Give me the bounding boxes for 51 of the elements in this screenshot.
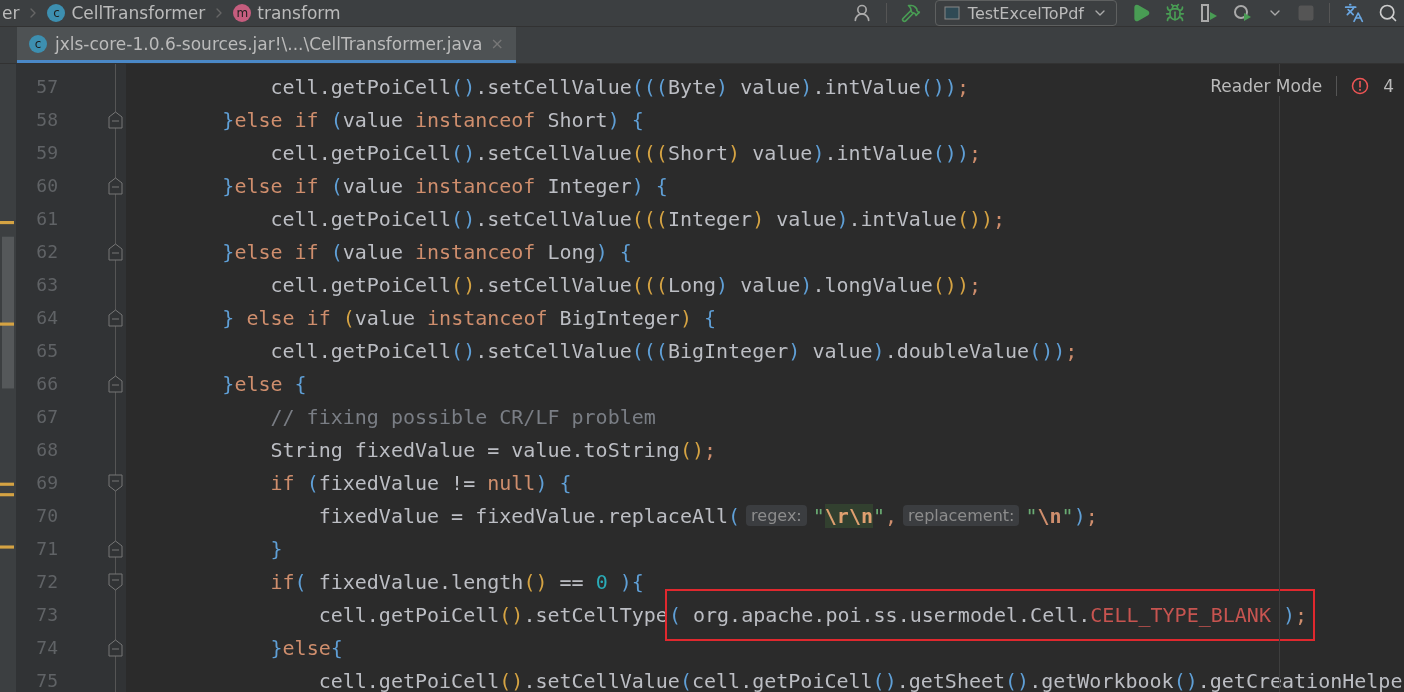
code-line: cell.getPoiCell().setCellValue(((Short) value).intValue()); — [269, 139, 981, 167]
code-line: } else if (value instanceof BigInteger) { — [221, 304, 717, 332]
breadcrumb-item[interactable]: CellTransformer — [71, 3, 206, 23]
breadcrumb-item[interactable]: er — [2, 3, 20, 23]
search-icon[interactable] — [1378, 3, 1398, 23]
code-line: cell.getPoiCell().setCellValue(((Long) value).longValue()); — [269, 271, 981, 299]
reader-mode-link[interactable]: Reader Mode — [1210, 76, 1323, 96]
fold-end-icon[interactable] — [108, 308, 123, 327]
fold-end-icon[interactable] — [108, 539, 123, 558]
code-line: // fixing possible CR/LF problem — [269, 403, 656, 431]
window-icon — [943, 6, 960, 20]
fold-start-icon[interactable] — [108, 572, 123, 591]
code-line: }else if (value instanceof Integer) { — [221, 172, 668, 200]
code-line: }else { — [221, 370, 307, 398]
parameter-hint: replacement: — [903, 505, 1020, 526]
code-line: cell.getPoiCell().setCellValue(((Byte) value).intValue()); — [269, 73, 969, 101]
code-line: cell.getPoiCell().setCellValue(((BigInteger) value).doubleValue()); — [269, 337, 1078, 365]
fold-end-icon[interactable] — [108, 242, 123, 261]
translate-icon[interactable] — [1344, 3, 1364, 23]
code-line: if (fixedValue != null) { — [269, 469, 572, 497]
coverage-icon[interactable] — [1199, 3, 1219, 23]
highlight-box: ( org.apache.poi.ss.usermodel.Cell.CELL_TYPE_BLANK ); — [664, 588, 1316, 641]
code-line: }else if (value instanceof Long) { — [221, 238, 632, 266]
class-icon: c — [47, 4, 66, 22]
fold-end-icon[interactable] — [108, 638, 123, 657]
class-icon: c — [29, 34, 47, 53]
run-configuration-dropdown[interactable]: TestExcelToPdf — [934, 0, 1117, 26]
code-line: }else if (value instanceof Short) { — [221, 106, 644, 134]
debug-icon[interactable] — [1165, 3, 1185, 23]
code-line: } — [269, 535, 283, 563]
parameter-hint: regex: — [746, 505, 807, 526]
code-line: }else{ — [269, 634, 343, 662]
tab-title: jxls-core-1.0.6-sources.jar!\...\CellTransformer.java — [55, 33, 483, 54]
code-line: cell.getPoiCell().setCellValue(((Integer) value).intValue()); — [269, 205, 1006, 233]
method-icon: m — [233, 4, 252, 22]
code-line: fixedValue = fixedValue.replaceAll( regex: "\r\n", replacement: "\n"); — [317, 502, 1098, 530]
fold-end-icon[interactable] — [108, 110, 123, 129]
fold-end-icon[interactable] — [108, 374, 123, 393]
breadcrumb-item[interactable]: transform — [257, 3, 341, 23]
run-icon[interactable] — [1131, 3, 1151, 23]
error-icon[interactable] — [1351, 77, 1370, 95]
editor-tab[interactable]: c jxls-core-1.0.6-sources.jar!\...\CellTransformer.java × — [17, 27, 516, 63]
hammer-icon[interactable] — [900, 3, 921, 23]
fold-start-icon[interactable] — [108, 473, 123, 492]
error-count: 4 — [1383, 76, 1394, 96]
user-icon[interactable] — [851, 3, 872, 23]
fold-end-icon[interactable] — [108, 176, 123, 195]
profile-icon[interactable] — [1233, 3, 1253, 23]
code-line: if( fixedValue.length() == 0 ){ — [269, 568, 644, 596]
code-line: String fixedValue = value.toString(); — [269, 436, 717, 464]
code-line: cell.getPoiCell().setCellValue(cell.getPoiCell().getSheet().getWorkbook().getCreationHelpe — [317, 667, 1403, 692]
